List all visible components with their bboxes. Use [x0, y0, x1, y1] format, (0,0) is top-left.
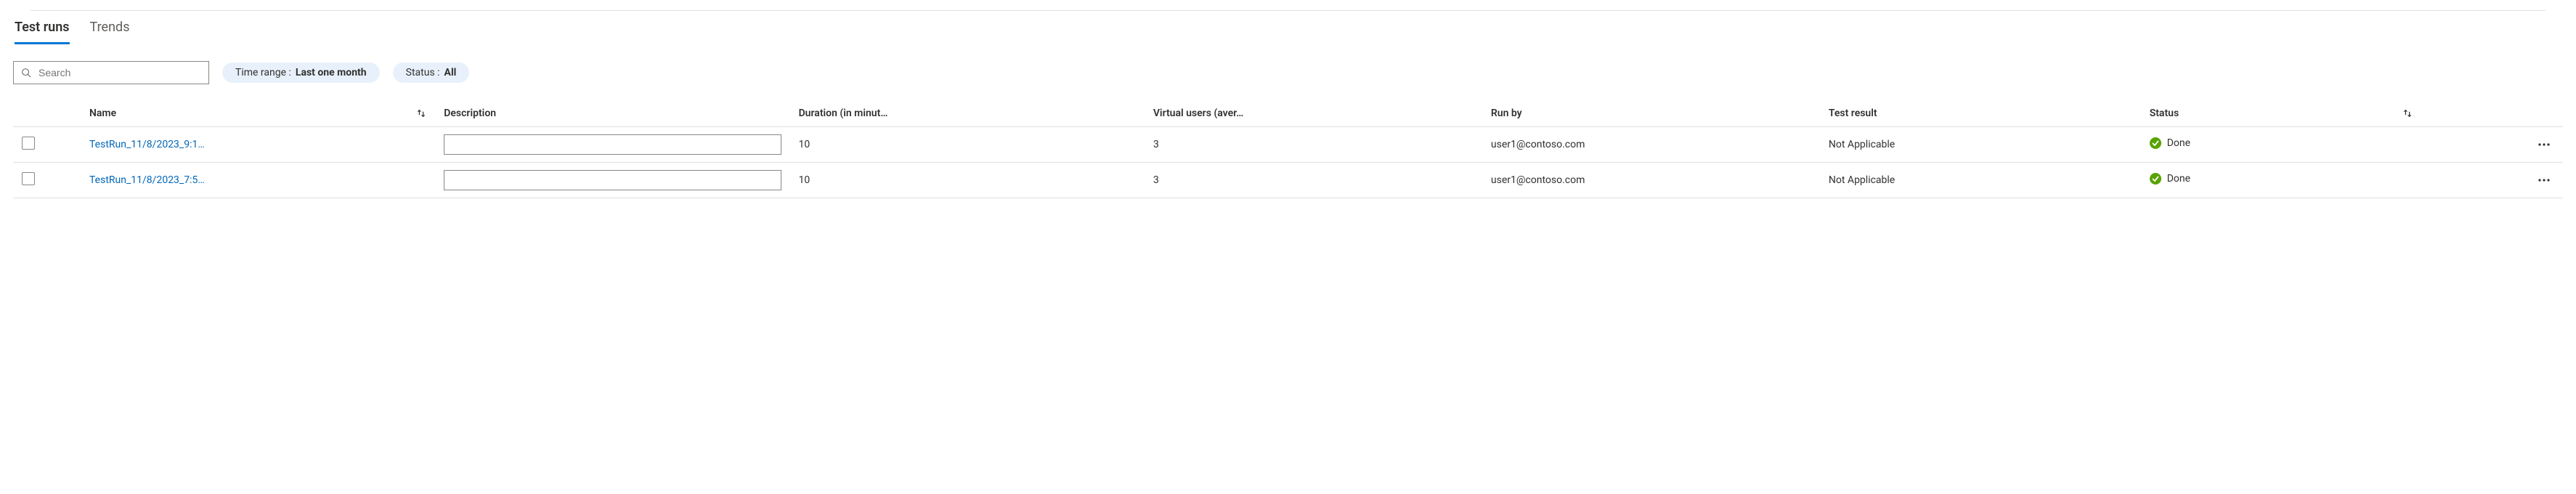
filter-status-value: All	[444, 67, 457, 78]
column-checkbox	[13, 100, 81, 127]
filter-time-range-value: Last one month	[296, 67, 367, 78]
filter-status-label: Status :	[406, 67, 440, 78]
column-test-result[interactable]: Test result	[1820, 100, 2141, 127]
column-sort-end[interactable]	[2394, 100, 2495, 127]
check-circle-icon	[2150, 173, 2161, 185]
column-status[interactable]: Status	[2141, 100, 2394, 127]
column-virtual-users[interactable]: Virtual users (aver…	[1145, 100, 1482, 127]
table-body: TestRun_11/8/2023_9:1… 10 3 user1@contos…	[13, 127, 2563, 198]
filter-time-range-label: Time range :	[235, 67, 291, 78]
cell-status: Done	[2150, 137, 2190, 149]
test-run-link[interactable]: TestRun_11/8/2023_9:1…	[89, 139, 205, 150]
search-input[interactable]	[37, 66, 201, 79]
column-actions	[2495, 100, 2563, 127]
tabs: Test runs Trends	[13, 15, 2563, 45]
column-description[interactable]: Description	[435, 100, 789, 127]
row-actions-button[interactable]	[2534, 170, 2554, 190]
sort-icon[interactable]	[2402, 108, 2487, 118]
column-run-by[interactable]: Run by	[1482, 100, 1820, 127]
cell-duration: 10	[790, 163, 1145, 198]
column-duration[interactable]: Duration (in minut…	[790, 100, 1145, 127]
cell-duration: 10	[790, 127, 1145, 163]
cell-run-by: user1@contoso.com	[1482, 163, 1820, 198]
description-input[interactable]	[444, 170, 781, 190]
filter-row: Time range : Last one month Status : All	[13, 61, 2563, 84]
table-header-row: Name Description Duration (in minut… Vir…	[13, 100, 2563, 127]
status-label: Done	[2167, 137, 2190, 149]
test-run-link[interactable]: TestRun_11/8/2023_7:5…	[89, 174, 205, 186]
cell-virtual-users: 3	[1145, 127, 1482, 163]
cell-virtual-users: 3	[1145, 163, 1482, 198]
tab-trends[interactable]: Trends	[90, 15, 130, 44]
sort-icon[interactable]	[416, 108, 426, 118]
row-checkbox[interactable]	[22, 172, 35, 185]
row-actions-button[interactable]	[2534, 134, 2554, 155]
filter-time-range[interactable]: Time range : Last one month	[222, 62, 380, 83]
table: Name Description Duration (in minut… Vir…	[13, 100, 2563, 198]
table-row: TestRun_11/8/2023_9:1… 10 3 user1@contos…	[13, 127, 2563, 163]
table-row: TestRun_11/8/2023_7:5… 10 3 user1@contos…	[13, 163, 2563, 198]
cell-run-by: user1@contoso.com	[1482, 127, 1820, 163]
column-name[interactable]: Name	[81, 100, 435, 127]
search-icon	[21, 68, 31, 78]
column-name-label: Name	[89, 108, 116, 119]
row-checkbox[interactable]	[22, 137, 35, 150]
cell-status: Done	[2150, 173, 2190, 185]
search-box[interactable]	[13, 61, 209, 84]
cell-test-result: Not Applicable	[1820, 163, 2141, 198]
filter-status[interactable]: Status : All	[393, 62, 470, 83]
top-divider	[31, 10, 2545, 11]
check-circle-icon	[2150, 137, 2161, 149]
status-label: Done	[2167, 173, 2190, 185]
description-input[interactable]	[444, 134, 781, 155]
tab-test-runs[interactable]: Test runs	[15, 15, 70, 44]
cell-test-result: Not Applicable	[1820, 127, 2141, 163]
